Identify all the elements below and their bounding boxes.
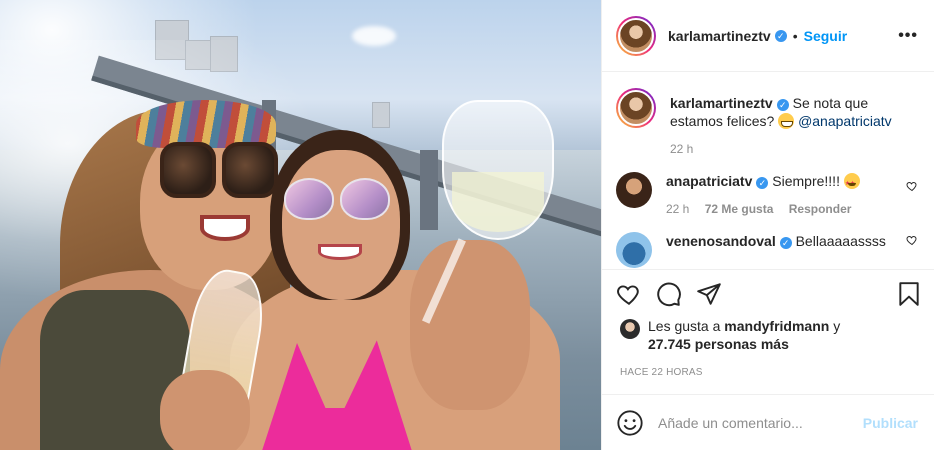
hand-left bbox=[160, 370, 250, 450]
comment-input[interactable] bbox=[658, 414, 863, 431]
smile-left bbox=[200, 215, 250, 241]
author-avatar[interactable] bbox=[616, 15, 656, 56]
comment-body: venenosandoval ✓ Bellaaaaassss bbox=[666, 232, 918, 268]
liker-avatar[interactable] bbox=[620, 319, 640, 339]
comment-text: Bellaaaaassss bbox=[795, 233, 886, 249]
publish-button[interactable]: Publicar bbox=[863, 415, 918, 431]
likes-prefix: Les gusta a bbox=[648, 318, 721, 334]
heart-icon[interactable] bbox=[616, 281, 642, 307]
bridge-pillar bbox=[420, 150, 438, 230]
caption-username[interactable]: karlamartineztv bbox=[670, 95, 773, 111]
comment-meta: 22 h 72 Me gusta Responder bbox=[666, 200, 918, 218]
comment-body: anapatriciatv ✓ Siempre!!!! 22 h 72 Me gu… bbox=[666, 172, 918, 218]
sunglasses-left bbox=[158, 142, 280, 200]
headband bbox=[136, 100, 276, 148]
comment-heart-icon[interactable] bbox=[906, 234, 918, 246]
action-bar bbox=[602, 269, 934, 317]
author-username[interactable]: karlamartineztv bbox=[668, 28, 771, 44]
comment-likes[interactable]: 72 Me gusta bbox=[705, 202, 774, 216]
smile-right bbox=[318, 244, 362, 260]
verified-badge-icon: ✓ bbox=[774, 29, 787, 42]
commenter-avatar[interactable] bbox=[616, 172, 652, 208]
comment-text: Siempre!!!! bbox=[772, 173, 840, 189]
more-options-icon[interactable]: ••• bbox=[898, 27, 918, 45]
post-sidebar: karlamartineztv ✓ • Seguir ••• karlamart… bbox=[601, 0, 934, 450]
author-avatar[interactable] bbox=[616, 88, 656, 128]
grinning-face-icon bbox=[778, 113, 795, 129]
comments-list: karlamartineztv ✓ Se nota que estamos fel… bbox=[602, 72, 934, 269]
likes-text: Les gusta a mandyfridmann y 27.745 perso… bbox=[648, 317, 840, 353]
verified-badge-icon: ✓ bbox=[756, 177, 769, 189]
bookmark-icon[interactable] bbox=[896, 281, 922, 307]
likes-summary: Les gusta a mandyfridmann y 27.745 perso… bbox=[602, 317, 934, 353]
separator-dot: • bbox=[792, 27, 798, 44]
building bbox=[372, 102, 390, 128]
hand-right bbox=[410, 240, 530, 410]
comment-username[interactable]: venenosandoval bbox=[666, 233, 776, 249]
caption-meta: 22 h bbox=[670, 140, 918, 158]
sunglasses-right bbox=[282, 178, 394, 224]
comment-item: venenosandoval ✓ Bellaaaaassss bbox=[616, 232, 918, 268]
cloud bbox=[352, 26, 396, 46]
follow-button[interactable]: Seguir bbox=[804, 28, 848, 44]
wine-glass bbox=[442, 100, 554, 240]
comment-item: anapatriciatv ✓ Siempre!!!! 22 h 72 Me gu… bbox=[616, 172, 918, 218]
verified-badge-icon: ✓ bbox=[776, 99, 789, 111]
caption-mention[interactable]: @anapatriciatv bbox=[798, 113, 892, 129]
caption-body: karlamartineztv ✓ Se nota que estamos fel… bbox=[670, 88, 918, 158]
verified-badge-icon: ✓ bbox=[779, 237, 792, 249]
emoji-icon[interactable] bbox=[616, 409, 644, 437]
comment-icon[interactable] bbox=[656, 281, 682, 307]
liker-username[interactable]: mandyfridmann bbox=[724, 318, 829, 334]
commenter-avatar[interactable] bbox=[616, 232, 652, 268]
likes-joiner: y bbox=[833, 318, 841, 334]
star-struck-face-icon bbox=[843, 173, 860, 193]
woman-right-face bbox=[282, 150, 400, 300]
comment-time[interactable]: 22 h bbox=[666, 202, 689, 216]
reply-button[interactable]: Responder bbox=[789, 202, 852, 216]
comment-username[interactable]: anapatriciatv bbox=[666, 173, 752, 189]
post-header: karlamartineztv ✓ • Seguir ••• bbox=[602, 0, 934, 72]
caption-time[interactable]: 22 h bbox=[670, 142, 693, 156]
comment-heart-icon[interactable] bbox=[906, 180, 918, 192]
add-comment-bar: Publicar bbox=[602, 394, 934, 450]
instagram-post: karlamartineztv ✓ • Seguir ••• karlamart… bbox=[0, 0, 934, 450]
caption: karlamartineztv ✓ Se nota que estamos fel… bbox=[616, 88, 918, 158]
post-photo[interactable] bbox=[0, 0, 601, 450]
share-icon[interactable] bbox=[696, 281, 722, 307]
likes-others[interactable]: 27.745 personas más bbox=[648, 336, 789, 352]
post-timestamp[interactable]: HACE 22 HORAS bbox=[602, 353, 934, 378]
